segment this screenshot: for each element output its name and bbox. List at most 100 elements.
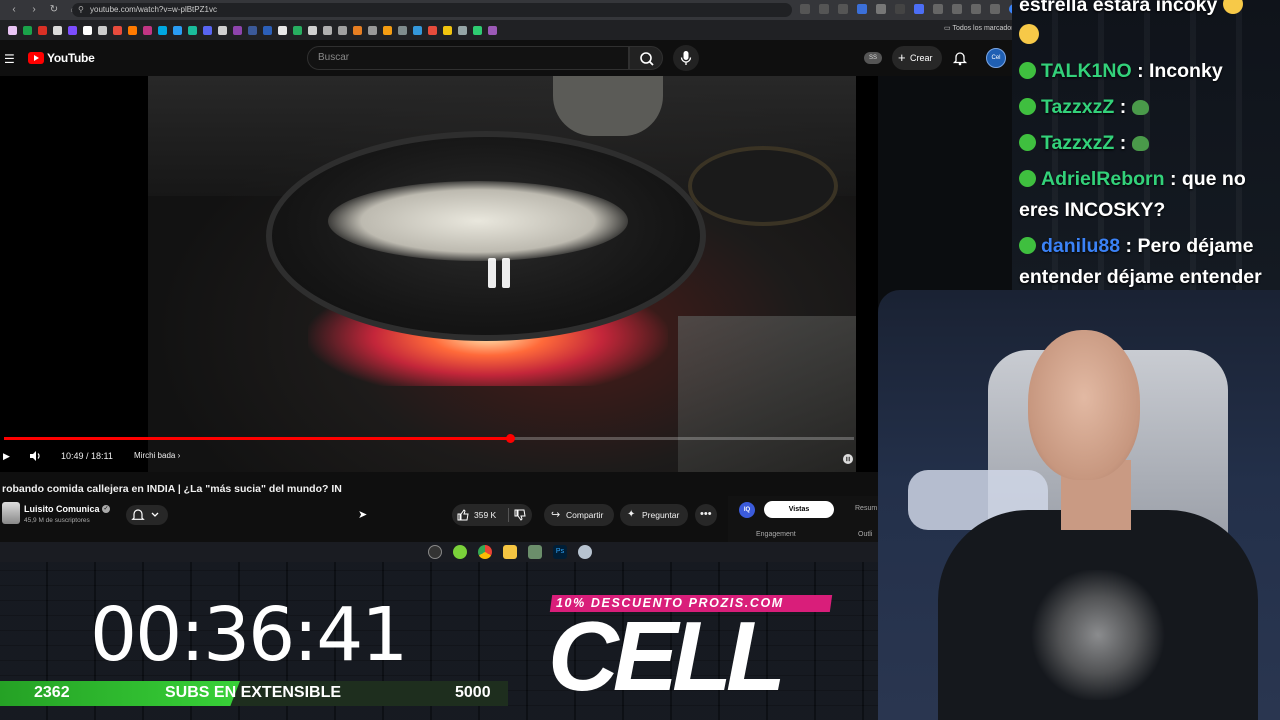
subscriber-badge-icon [1019,237,1036,254]
bookmark-icon[interactable] [278,25,287,35]
bookmark-icon[interactable] [428,25,437,35]
chat-message-continuation: entender déjame entender [1019,266,1262,288]
search-button[interactable] [629,46,663,70]
extension-icon[interactable] [914,4,924,14]
sidepanel-icon[interactable] [971,4,981,14]
bookmark-icon[interactable] [458,25,467,35]
engagement-label: Engagement [756,531,796,538]
extension-icons [800,4,1019,14]
thumbs-up-icon[interactable] [457,509,469,521]
bookmark-icon[interactable] [263,25,272,35]
bookmark-icon[interactable] [353,25,362,35]
site-info-icon[interactable]: ⚲ [78,3,84,17]
bookmark-icon[interactable] [248,25,257,35]
account-avatar[interactable]: Cel [986,48,1006,68]
bookmark-icon[interactable] [128,25,137,35]
bookmarks-folder[interactable]: ▭ Todos los marcadores [944,24,1021,32]
bookmark-icon[interactable] [293,25,302,35]
stream-timer: 00:36:41 [90,592,408,678]
share-button[interactable]: ↪ Compartir [544,504,614,526]
ask-button[interactable]: ✦ Preguntar [620,504,688,526]
bookmark-icon[interactable] [488,25,497,35]
app-icon[interactable] [453,545,467,559]
bookmark-icon[interactable] [38,25,47,35]
hamburger-menu-icon[interactable]: ☰ [4,52,15,66]
bookmark-icon[interactable] [368,25,377,35]
bookmark-icon[interactable] [443,25,452,35]
autoplay-toggle[interactable] [843,451,853,464]
chapter-button[interactable]: Mirchi bada › [134,451,180,460]
bookmark-icon[interactable] [158,25,167,35]
pause-overlay-icon[interactable] [488,258,510,288]
app-icon[interactable] [428,545,442,559]
video-right-pan [688,146,838,226]
chrome-icon[interactable] [478,545,492,559]
bookmark-icon[interactable] [83,25,92,35]
app-icon[interactable] [528,545,542,559]
voice-search-button[interactable] [673,45,699,71]
bookmark-icon[interactable] [68,25,77,35]
subscription-bell-button[interactable] [126,505,168,525]
extension-icon[interactable] [876,4,886,14]
chat-message: AdrielReborn : que no [1019,164,1246,195]
forward-icon[interactable]: › [28,4,40,16]
play-icon[interactable]: ▶ [3,451,10,462]
outline-label: Outli [858,531,873,538]
cast-icon[interactable] [819,4,829,14]
bookmark-icon[interactable] [98,25,107,35]
bookmark-icon[interactable] [173,25,182,35]
bookmark-icon[interactable] [233,25,242,35]
folder-icon[interactable] [503,545,517,559]
menu-icon[interactable] [990,4,1000,14]
channel-name[interactable]: Luisito Comunica [24,504,100,514]
bookmark-icon[interactable] [383,25,392,35]
extension-icon[interactable] [895,4,905,14]
stream-chat: estrella estara incoky TALK1NO : Inconky… [1012,0,1280,290]
plus-icon: + [898,50,906,65]
extension-icon[interactable] [857,4,867,14]
bookmark-icon[interactable] [398,25,407,35]
bookmark-icon[interactable] [218,25,227,35]
bookmark-icon[interactable] [308,25,317,35]
sad-emoji-icon [1019,24,1039,44]
like-count[interactable]: 359 K [474,504,496,526]
bookmark-icon[interactable] [338,25,347,35]
app-icon[interactable] [578,545,592,559]
more-actions-button[interactable]: ••• [695,504,717,526]
volume-button[interactable] [28,449,42,463]
chevron-right-icon: › [177,451,181,460]
chat-username: TazzxzZ [1041,96,1115,118]
tab-resumen[interactable]: Resum [855,505,877,512]
photoshop-icon[interactable]: Ps [553,545,567,559]
bookmark-icon[interactable] [188,25,197,35]
subscriber-badge-icon [1019,134,1036,151]
url-bar[interactable]: ⚲ youtube.com/watch?v=w-plBtPZ1vc [72,3,792,17]
notifications-button[interactable] [952,50,968,66]
bookmark-icon[interactable] [323,25,332,35]
bookmark-icon[interactable] [203,25,212,35]
ss-badge[interactable]: SS [864,52,882,64]
star-icon[interactable] [838,4,848,14]
bookmark-icon[interactable] [8,25,17,35]
bookmark-icon[interactable] [53,25,62,35]
puzzle-icon[interactable] [933,4,943,14]
chat-message-continuation: eres INCOSKY? [1019,199,1166,221]
bookmark-icon[interactable] [473,25,482,35]
back-icon[interactable]: ‹ [8,4,20,16]
zoom-icon[interactable] [800,4,810,14]
youtube-logo[interactable]: YouTube [28,51,95,65]
channel-avatar[interactable] [2,502,20,524]
iq-badge[interactable]: IQ [739,502,755,518]
bookmark-icon[interactable] [143,25,152,35]
bookmark-icon[interactable] [113,25,122,35]
url-text: youtube.com/watch?v=w-plBtPZ1vc [90,5,217,14]
create-button[interactable]: + Crear [892,46,942,70]
search-input[interactable]: Buscar [307,46,629,70]
bookmark-icon[interactable] [23,25,32,35]
thumbs-down-icon[interactable] [514,509,526,521]
download-icon[interactable] [952,4,962,14]
reload-icon[interactable]: ↻ [48,4,60,16]
tab-vistas[interactable]: Vistas [764,501,834,518]
progress-scrubber[interactable] [505,434,515,443]
bookmark-icon[interactable] [413,25,422,35]
